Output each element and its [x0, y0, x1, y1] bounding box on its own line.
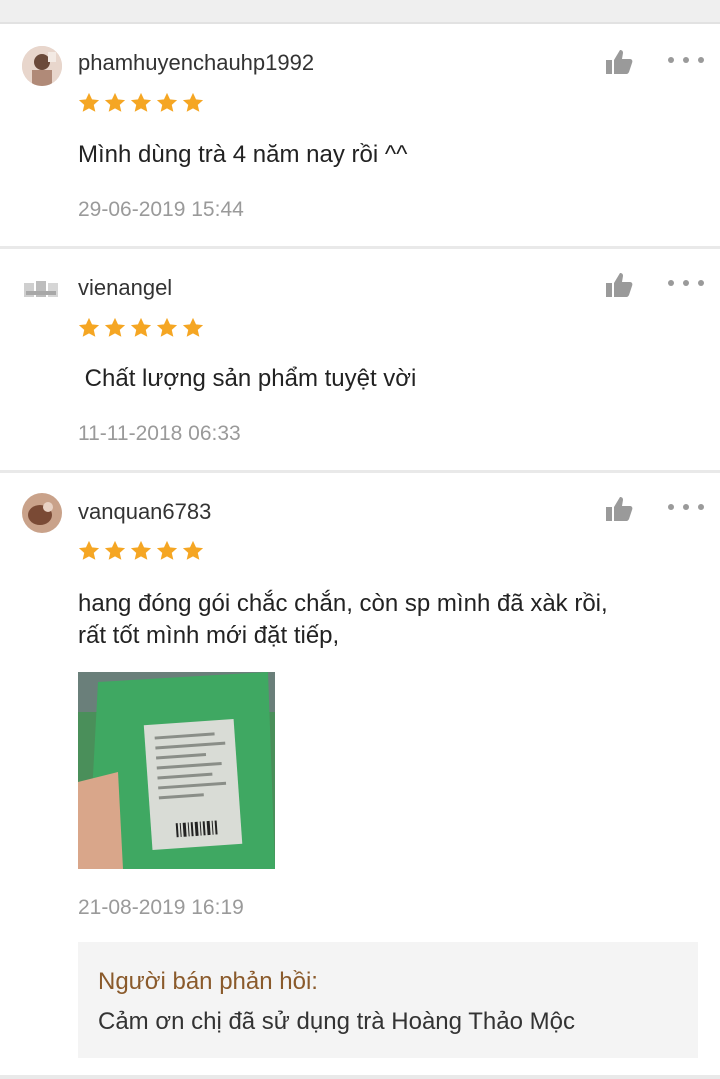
star-icon: [182, 540, 204, 560]
review-username[interactable]: vanquan6783: [78, 499, 211, 525]
seller-reply-label: Người bán phản hồi:: [98, 968, 318, 995]
review-username[interactable]: vienangel: [78, 275, 172, 301]
star-icon: [156, 92, 178, 112]
star-icon: [130, 540, 152, 560]
seller-reply: Người bán phản hồi: Cảm ơn chị đã sử dụn…: [78, 942, 698, 1058]
more-dots-icon[interactable]: [668, 273, 704, 293]
more-dots-icon[interactable]: [668, 497, 704, 517]
star-icon: [104, 540, 126, 560]
review-comment-line2: rất tốt mình mới đặt tiếp,: [78, 622, 340, 649]
review-date: 11-11-2018 06:33: [78, 422, 241, 445]
avatar[interactable]: [22, 46, 62, 86]
seller-reply-text: Cảm ơn chị đã sử dụng trà Hoàng Thảo Mộc: [98, 1008, 575, 1035]
top-divider: [0, 0, 720, 24]
avatar[interactable]: [22, 493, 62, 533]
review-date: 21-08-2019 16:19: [78, 896, 244, 919]
review-comment: Mình dùng trà 4 năm nay rồi ^^: [78, 141, 408, 168]
rating-stars: [78, 317, 204, 339]
review-item: phamhuyenchauhp1992 Mình dùng trà 4 năm …: [0, 24, 720, 246]
review-comment-line1: hang đóng gói chắc chắn, còn sp mình đã …: [78, 590, 608, 617]
thumbs-up-icon[interactable]: [604, 271, 634, 299]
review-comment: Chất lượng sản phẩm tuyệt vời: [78, 365, 417, 392]
review-divider: [0, 1075, 720, 1079]
rating-stars: [78, 92, 204, 114]
review-item: vienangel Chất lượng sản phẩm tuyệt vời …: [0, 249, 720, 470]
rating-stars: [78, 540, 204, 562]
star-icon: [182, 317, 204, 337]
star-icon: [78, 92, 100, 112]
star-icon: [182, 92, 204, 112]
thumbs-up-icon[interactable]: [604, 495, 634, 523]
star-icon: [130, 92, 152, 112]
avatar[interactable]: [22, 269, 62, 309]
star-icon: [156, 540, 178, 560]
star-icon: [104, 317, 126, 337]
more-dots-icon[interactable]: [668, 50, 704, 70]
review-date: 29-06-2019 15:44: [78, 198, 244, 221]
star-icon: [130, 317, 152, 337]
thumbs-up-icon[interactable]: [604, 48, 634, 76]
star-icon: [156, 317, 178, 337]
review-username[interactable]: phamhuyenchauhp1992: [78, 50, 314, 76]
review-photo[interactable]: [78, 672, 275, 869]
star-icon: [78, 317, 100, 337]
star-icon: [104, 92, 126, 112]
star-icon: [78, 540, 100, 560]
